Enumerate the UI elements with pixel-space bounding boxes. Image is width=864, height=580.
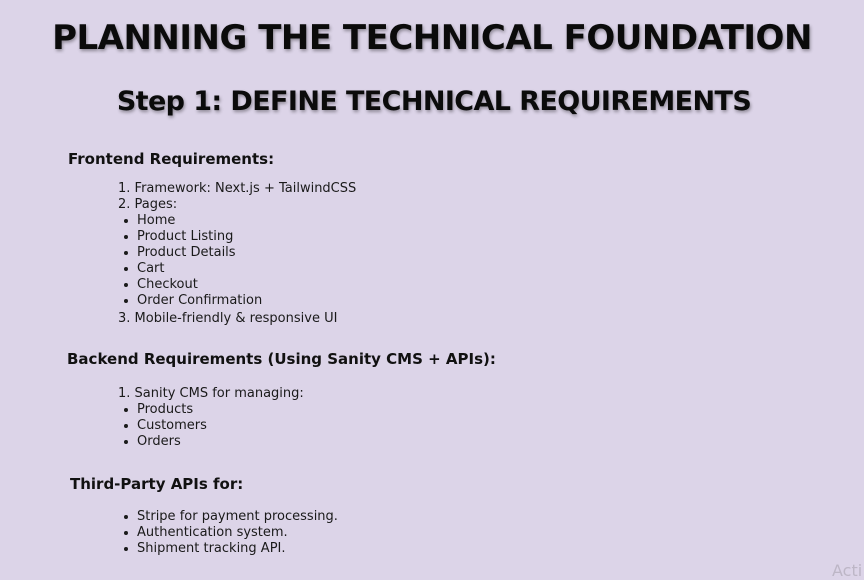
bullet-icon bbox=[124, 219, 128, 223]
backend-heading: Backend Requirements (Using Sanity CMS +… bbox=[67, 350, 496, 368]
frontend-page-item: Product Details bbox=[124, 245, 236, 261]
third-party-item: Shipment tracking API. bbox=[124, 541, 286, 557]
bullet-icon bbox=[124, 440, 128, 444]
backend-item: Orders bbox=[124, 434, 181, 450]
frontend-page-item: Checkout bbox=[124, 277, 198, 293]
third-party-item: Stripe for payment processing. bbox=[124, 509, 338, 525]
frontend-page-label: Cart bbox=[137, 261, 165, 276]
backend-item: Products bbox=[124, 402, 194, 418]
backend-item-label: Products bbox=[137, 402, 194, 417]
bullet-icon bbox=[124, 267, 128, 271]
bullet-icon bbox=[124, 299, 128, 303]
frontend-page-item: Home bbox=[124, 213, 176, 229]
bullet-icon bbox=[124, 515, 128, 519]
bullet-icon bbox=[124, 424, 128, 428]
frontend-pages-label: 2. Pages: bbox=[118, 197, 178, 212]
bullet-icon bbox=[124, 408, 128, 412]
page-title: PLANNING THE TECHNICAL FOUNDATION bbox=[52, 18, 812, 58]
backend-item: Customers bbox=[124, 418, 207, 434]
bullet-icon bbox=[124, 235, 128, 239]
frontend-responsive-line: 3. Mobile-friendly & responsive UI bbox=[118, 311, 338, 326]
frontend-page-label: Home bbox=[137, 213, 176, 228]
activation-watermark: Acti bbox=[832, 561, 863, 580]
backend-item-label: Customers bbox=[137, 418, 207, 433]
bullet-icon bbox=[124, 283, 128, 287]
bullet-icon bbox=[124, 251, 128, 255]
bullet-icon bbox=[124, 531, 128, 535]
third-party-item-label: Shipment tracking API. bbox=[137, 541, 286, 556]
frontend-page-item: Cart bbox=[124, 261, 165, 277]
frontend-page-label: Product Details bbox=[137, 245, 236, 260]
third-party-item-label: Stripe for payment processing. bbox=[137, 509, 338, 524]
frontend-heading: Frontend Requirements: bbox=[68, 150, 275, 168]
backend-item-label: Orders bbox=[137, 434, 181, 449]
frontend-page-label: Order Confirmation bbox=[137, 293, 263, 308]
bullet-icon bbox=[124, 547, 128, 551]
frontend-framework-line: 1. Framework: Next.js + TailwindCSS bbox=[118, 181, 357, 196]
third-party-heading: Third-Party APIs for: bbox=[70, 475, 244, 493]
third-party-item-label: Authentication system. bbox=[137, 525, 288, 540]
backend-cms-label: 1. Sanity CMS for managing: bbox=[118, 386, 304, 401]
frontend-page-item: Product Listing bbox=[124, 229, 234, 245]
frontend-page-label: Product Listing bbox=[137, 229, 234, 244]
step-subtitle: Step 1: DEFINE TECHNICAL REQUIREMENTS bbox=[116, 86, 752, 117]
frontend-page-item: Order Confirmation bbox=[124, 293, 263, 309]
third-party-item: Authentication system. bbox=[124, 525, 288, 541]
frontend-page-label: Checkout bbox=[137, 277, 198, 292]
